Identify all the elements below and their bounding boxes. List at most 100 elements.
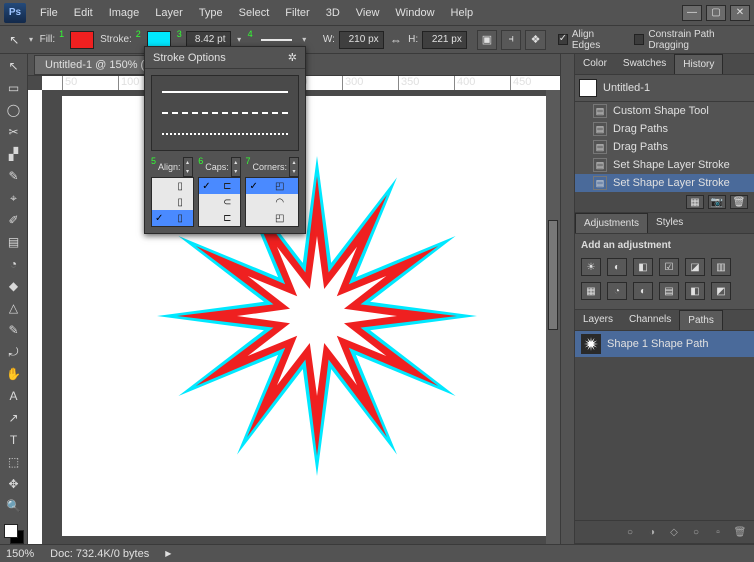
tab-channels[interactable]: Channels bbox=[621, 310, 679, 330]
adjustment-preset[interactable]: ▥ bbox=[711, 258, 731, 276]
corners-stepper[interactable]: ▴▾ bbox=[289, 157, 299, 177]
tool-7[interactable]: ✐ bbox=[3, 210, 25, 230]
stroke-style-sample[interactable] bbox=[261, 39, 292, 41]
history-item[interactable]: ▤Drag Paths bbox=[575, 138, 754, 156]
fill-swatch[interactable] bbox=[70, 31, 94, 49]
paths-trash-icon[interactable]: 🗑 bbox=[732, 525, 748, 539]
tool-5[interactable]: ✎ bbox=[3, 166, 25, 186]
close-button[interactable]: ✕ bbox=[730, 5, 750, 21]
adjustment-preset[interactable]: ▤ bbox=[659, 282, 679, 300]
acc-option[interactable]: ▯ bbox=[152, 194, 193, 210]
tab-layers[interactable]: Layers bbox=[575, 310, 621, 330]
acc-option[interactable]: ✓◰ bbox=[246, 178, 298, 194]
adjustment-preset[interactable]: ▦ bbox=[581, 282, 601, 300]
scrollbar-thumb[interactable] bbox=[548, 220, 558, 330]
tool-14[interactable]: ✋ bbox=[3, 364, 25, 384]
link-wh-icon[interactable]: ⇔ bbox=[388, 31, 404, 49]
stroke-style-dropdown[interactable]: ▾ bbox=[300, 35, 309, 44]
tab-color[interactable]: Color bbox=[575, 54, 615, 74]
stroke-dotted[interactable] bbox=[162, 133, 288, 135]
tool-17[interactable]: T bbox=[3, 430, 25, 450]
menu-view[interactable]: View bbox=[348, 3, 388, 23]
path-ops-button-2[interactable]: ⫞ bbox=[501, 30, 521, 50]
tool-1[interactable]: ▭ bbox=[3, 78, 25, 98]
history-camera-icon[interactable]: 📷 bbox=[708, 195, 726, 209]
tool-6[interactable]: ⌖ bbox=[3, 188, 25, 208]
path-ops-button-1[interactable]: ▣ bbox=[477, 30, 497, 50]
tab-styles[interactable]: Styles bbox=[648, 213, 691, 233]
paths-foot-icon[interactable]: ◑ bbox=[644, 525, 660, 539]
history-item[interactable]: ▤Drag Paths bbox=[575, 120, 754, 138]
paths-foot-icon[interactable]: ◇ bbox=[666, 525, 682, 539]
adjustment-preset[interactable]: ◐ bbox=[633, 282, 653, 300]
tool-3[interactable]: ✂ bbox=[3, 122, 25, 142]
tool-0[interactable]: ↖ bbox=[3, 56, 25, 76]
acc-option[interactable]: ✓⊏ bbox=[199, 178, 240, 194]
zoom-value[interactable]: 150% bbox=[6, 548, 34, 560]
path-arrange-button[interactable]: ❖ bbox=[525, 30, 545, 50]
tool-10[interactable]: ◆ bbox=[3, 276, 25, 296]
history-trash-icon[interactable]: 🗑 bbox=[730, 195, 748, 209]
menu-layer[interactable]: Layer bbox=[147, 3, 191, 23]
adjustment-preset[interactable]: ◪ bbox=[685, 258, 705, 276]
acc-option[interactable]: ◰ bbox=[246, 210, 298, 226]
acc-option[interactable]: ⊏ bbox=[199, 210, 240, 226]
paths-foot-icon[interactable]: ○ bbox=[622, 525, 638, 539]
adjustment-preset[interactable]: ☀ bbox=[581, 258, 601, 276]
menu-file[interactable]: File bbox=[32, 3, 66, 23]
menu-window[interactable]: Window bbox=[387, 3, 442, 23]
adjustment-preset[interactable]: ◐ bbox=[607, 258, 627, 276]
align-stepper[interactable]: ▴▾ bbox=[183, 157, 193, 177]
tool-12[interactable]: ✎ bbox=[3, 320, 25, 340]
tab-history[interactable]: History bbox=[674, 54, 723, 74]
tool-18[interactable]: ⬚ bbox=[3, 452, 25, 472]
adjustment-preset[interactable]: ◧ bbox=[633, 258, 653, 276]
menu-filter[interactable]: Filter bbox=[277, 3, 317, 23]
minimize-button[interactable]: — bbox=[682, 5, 702, 21]
tool-19[interactable]: ✥ bbox=[3, 474, 25, 494]
tool-4[interactable]: ▞ bbox=[3, 144, 25, 164]
path-select-icon[interactable]: ↖ bbox=[6, 31, 22, 49]
tool-9[interactable]: ◔ bbox=[3, 254, 25, 274]
acc-option[interactable]: ▯ bbox=[152, 178, 193, 194]
tool-16[interactable]: ↗ bbox=[3, 408, 25, 428]
menu-help[interactable]: Help bbox=[443, 3, 482, 23]
tab-swatches[interactable]: Swatches bbox=[615, 54, 674, 74]
acc-option[interactable]: ⊂ bbox=[199, 194, 240, 210]
fg-bg-swatch[interactable] bbox=[4, 524, 24, 544]
history-item[interactable]: ▤Set Shape Layer Stroke bbox=[575, 156, 754, 174]
constrain-checkbox[interactable]: Constrain Path Dragging bbox=[634, 29, 748, 51]
stroke-dashed[interactable] bbox=[162, 112, 288, 114]
tool-preset-dropdown[interactable]: ▾ bbox=[26, 35, 35, 44]
stroke-type-list[interactable] bbox=[151, 75, 299, 151]
menu-type[interactable]: Type bbox=[191, 3, 231, 23]
paths-foot-icon[interactable]: ○ bbox=[688, 525, 704, 539]
ruler-vertical[interactable] bbox=[28, 90, 42, 544]
acc-option[interactable]: ◠ bbox=[246, 194, 298, 210]
stroke-solid[interactable] bbox=[162, 91, 288, 93]
doc-info-caret[interactable]: ▶ bbox=[165, 549, 171, 558]
menu-3d[interactable]: 3D bbox=[318, 3, 348, 23]
panel-dock-tabs[interactable] bbox=[560, 54, 574, 544]
tool-15[interactable]: A bbox=[3, 386, 25, 406]
maximize-button[interactable]: ▢ bbox=[706, 5, 726, 21]
tool-11[interactable]: △ bbox=[3, 298, 25, 318]
menu-edit[interactable]: Edit bbox=[66, 3, 101, 23]
menu-select[interactable]: Select bbox=[231, 3, 278, 23]
tab-paths[interactable]: Paths bbox=[679, 310, 723, 330]
tool-8[interactable]: ▤ bbox=[3, 232, 25, 252]
history-item[interactable]: ▤Custom Shape Tool bbox=[575, 102, 754, 120]
tool-13[interactable]: ⤾ bbox=[3, 342, 25, 362]
scrollbar-vertical[interactable] bbox=[546, 90, 560, 544]
caps-stepper[interactable]: ▴▾ bbox=[231, 157, 241, 177]
adjustment-preset[interactable]: ◧ bbox=[685, 282, 705, 300]
popover-gear-icon[interactable]: ✲ bbox=[288, 51, 297, 64]
adjustment-preset[interactable]: ◩ bbox=[711, 282, 731, 300]
history-snapshot-icon[interactable]: ▦ bbox=[686, 195, 704, 209]
align-edges-checkbox[interactable]: Align Edges bbox=[558, 29, 621, 51]
history-doc-row[interactable]: Untitled-1 bbox=[575, 75, 754, 102]
menu-image[interactable]: Image bbox=[101, 3, 148, 23]
acc-option[interactable]: ✓▯ bbox=[152, 210, 193, 226]
tool-20[interactable]: 🔍 bbox=[3, 496, 25, 516]
path-row[interactable]: Shape 1 Shape Path bbox=[575, 331, 754, 357]
